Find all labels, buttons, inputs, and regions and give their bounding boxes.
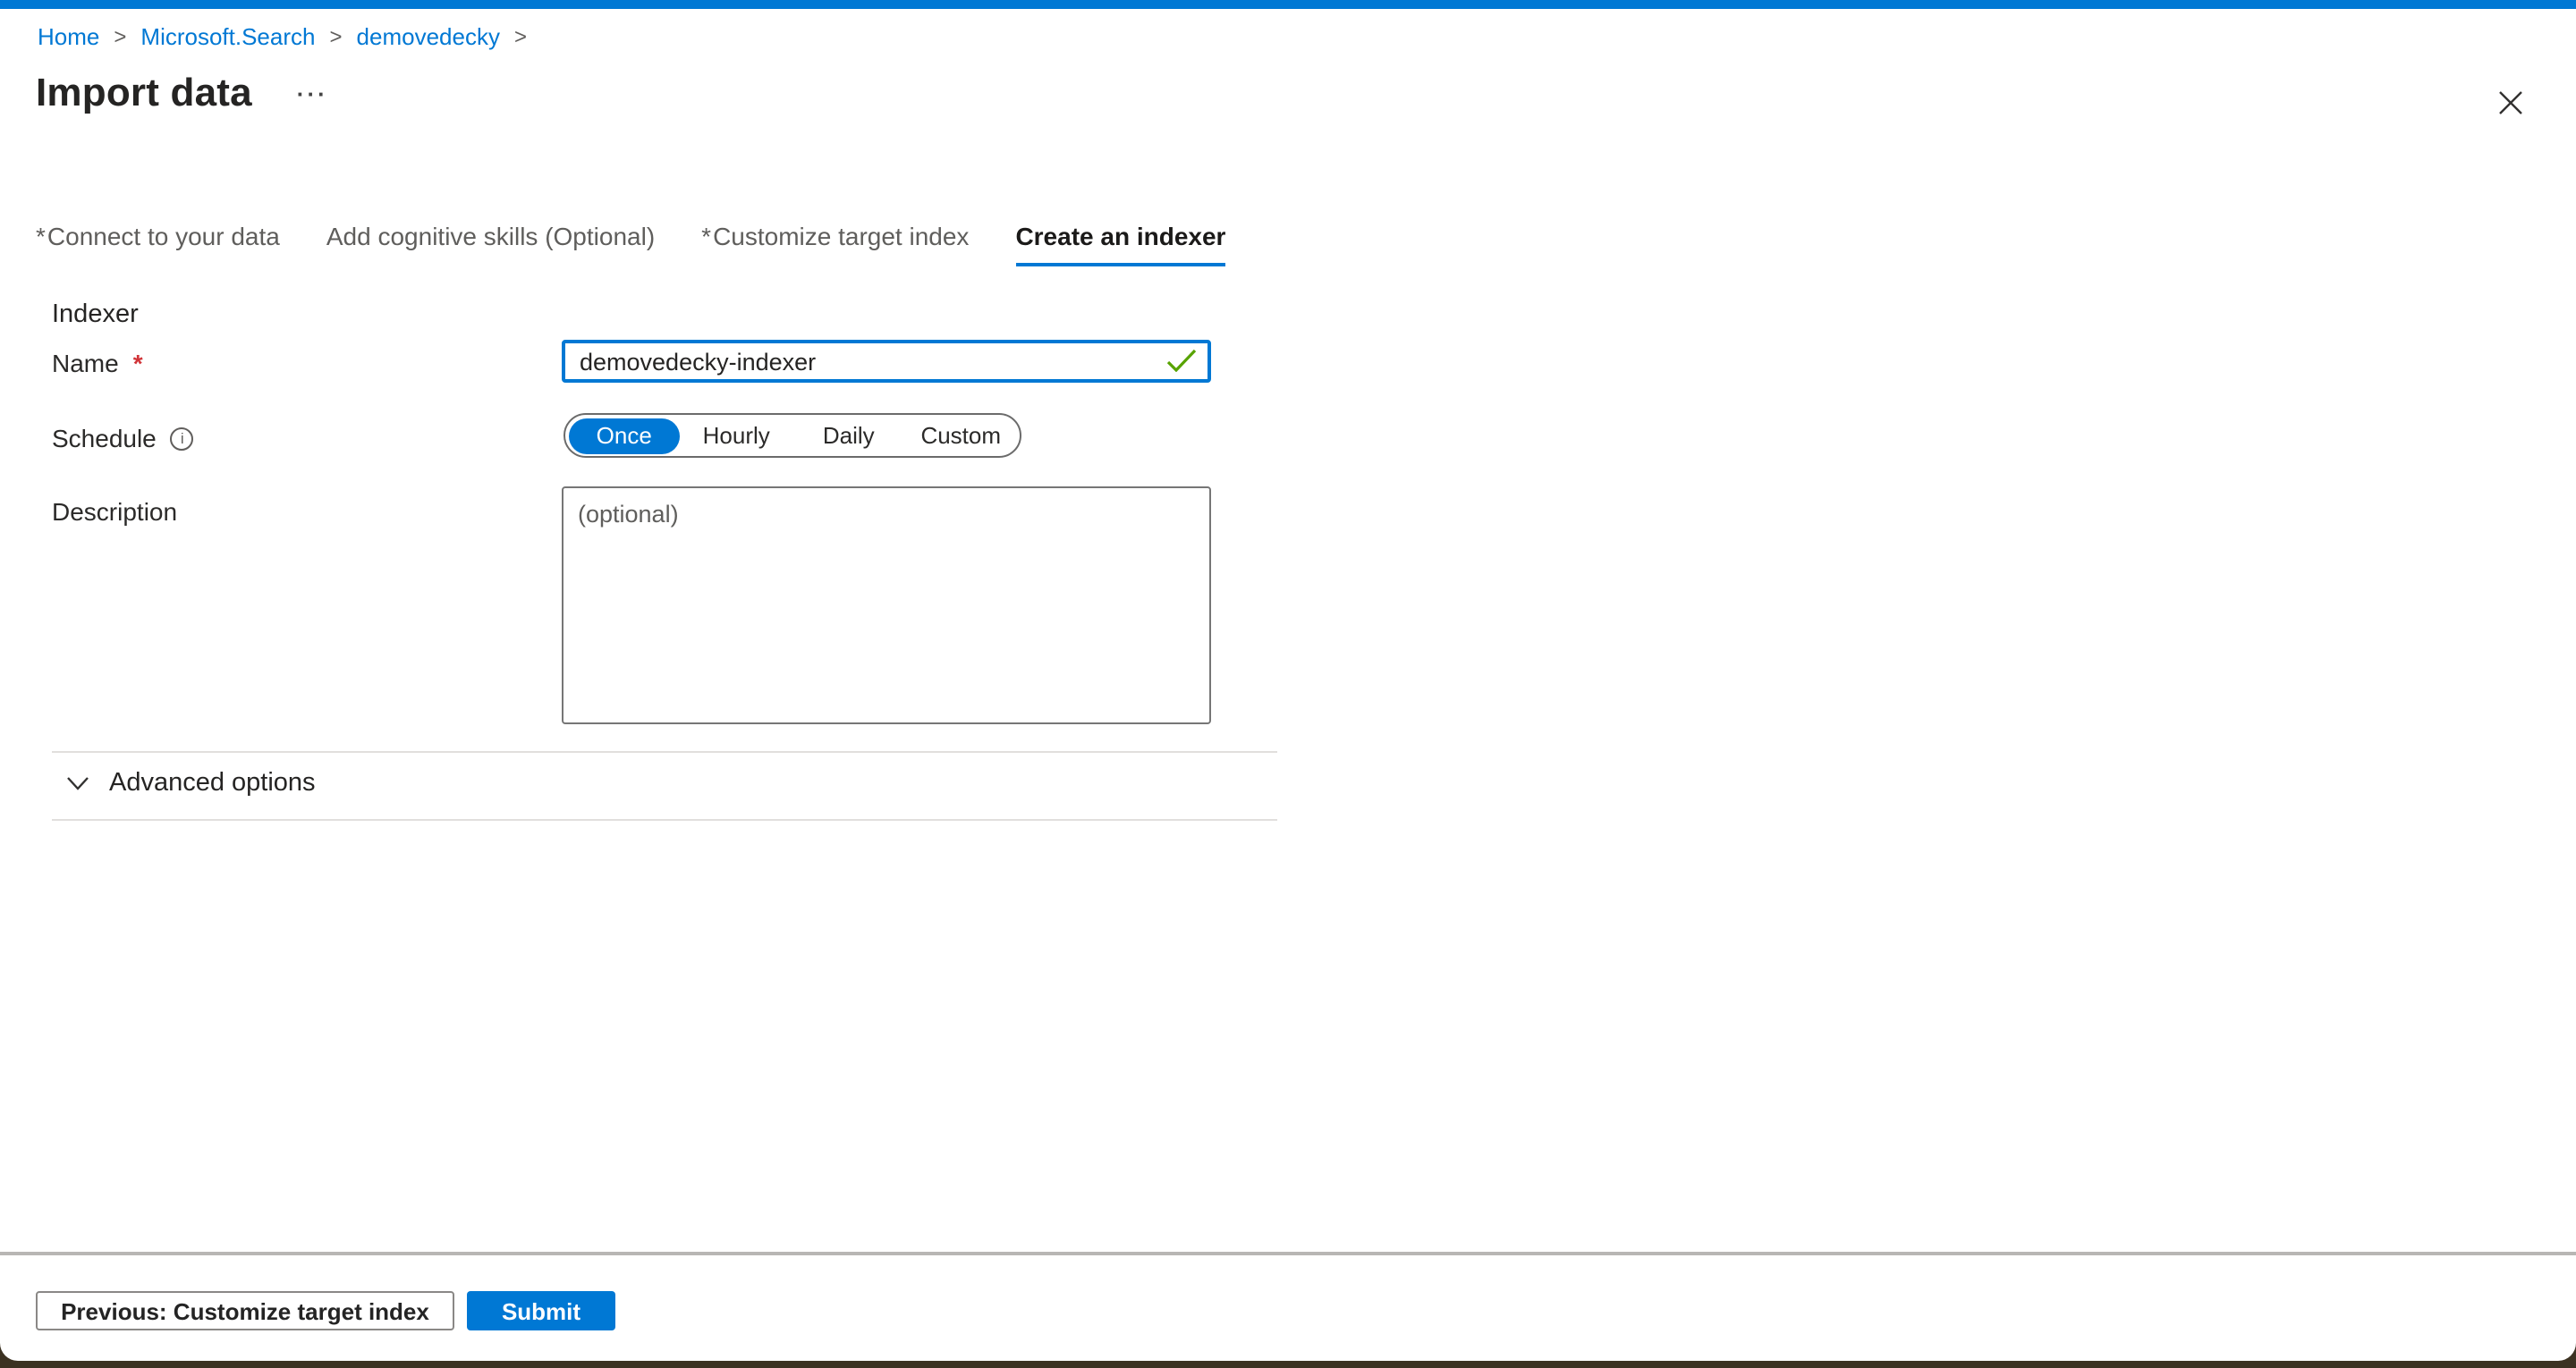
schedule-option-daily[interactable]: Daily [792, 418, 905, 453]
tab-label: Add cognitive skills (Optional) [326, 222, 655, 250]
breadcrumb-demovedecky[interactable]: demovedecky [357, 23, 500, 50]
description-textarea[interactable] [562, 486, 1211, 724]
required-asterisk: * [133, 349, 143, 377]
tab-label: Customize target index [713, 222, 969, 250]
divider [52, 751, 1277, 753]
tab-required-marker: * [701, 222, 711, 250]
advanced-options-label: Advanced options [109, 769, 316, 798]
breadcrumb-home[interactable]: Home [38, 23, 99, 50]
tab-bar: *Connect to your data Add cognitive skil… [36, 222, 1225, 266]
tab-label: Connect to your data [47, 222, 280, 250]
name-field-label: Name * [52, 349, 143, 377]
schedule-segmented-control: Once Hourly Daily Custom [564, 413, 1021, 458]
schedule-label-text: Schedule [52, 424, 157, 452]
description-label-text: Description [52, 497, 177, 526]
breadcrumb-separator-icon: > [514, 23, 527, 48]
tab-required-marker: * [36, 222, 46, 250]
tab-create-an-indexer[interactable]: Create an indexer [1015, 222, 1225, 266]
footer-divider [0, 1252, 2576, 1254]
import-data-blade: Home > Microsoft.Search > demovedecky > … [0, 0, 2576, 1361]
schedule-option-hourly[interactable]: Hourly [681, 418, 793, 453]
schedule-option-custom[interactable]: Custom [905, 418, 1018, 453]
description-field-label: Description [52, 497, 177, 526]
tab-label: Create an indexer [1015, 222, 1225, 250]
previous-step-button[interactable]: Previous: Customize target index [36, 1291, 454, 1330]
page-title: Import data [36, 70, 252, 116]
close-button[interactable] [2490, 82, 2529, 122]
tab-add-cognitive-skills[interactable]: Add cognitive skills (Optional) [326, 222, 655, 266]
close-icon [2496, 89, 2523, 115]
submit-button[interactable]: Submit [467, 1291, 615, 1330]
divider [52, 819, 1277, 821]
more-options-icon[interactable]: ··· [297, 80, 328, 106]
title-row: Import data ··· [36, 70, 328, 116]
breadcrumb-separator-icon: > [114, 23, 126, 48]
breadcrumb-microsoft-search[interactable]: Microsoft.Search [140, 23, 315, 50]
tab-customize-target-index[interactable]: *Customize target index [701, 222, 969, 266]
checkmark-icon [1166, 349, 1197, 372]
tab-connect-to-your-data[interactable]: *Connect to your data [36, 222, 280, 266]
indexer-section-heading: Indexer [52, 300, 139, 329]
chevron-down-icon [66, 776, 89, 790]
breadcrumb: Home > Microsoft.Search > demovedecky > [38, 23, 527, 50]
desktop-background: Home > Microsoft.Search > demovedecky > … [0, 0, 2576, 1368]
advanced-options-toggle[interactable]: Advanced options [66, 769, 316, 798]
schedule-field-label: Schedule i [52, 424, 194, 452]
portal-accent-bar [0, 0, 2576, 9]
schedule-option-once[interactable]: Once [568, 418, 681, 453]
name-label-text: Name [52, 349, 119, 377]
info-icon[interactable]: i [171, 426, 194, 450]
breadcrumb-separator-icon: > [330, 23, 343, 48]
name-input-container [562, 340, 1211, 383]
indexer-name-input[interactable] [562, 340, 1211, 383]
